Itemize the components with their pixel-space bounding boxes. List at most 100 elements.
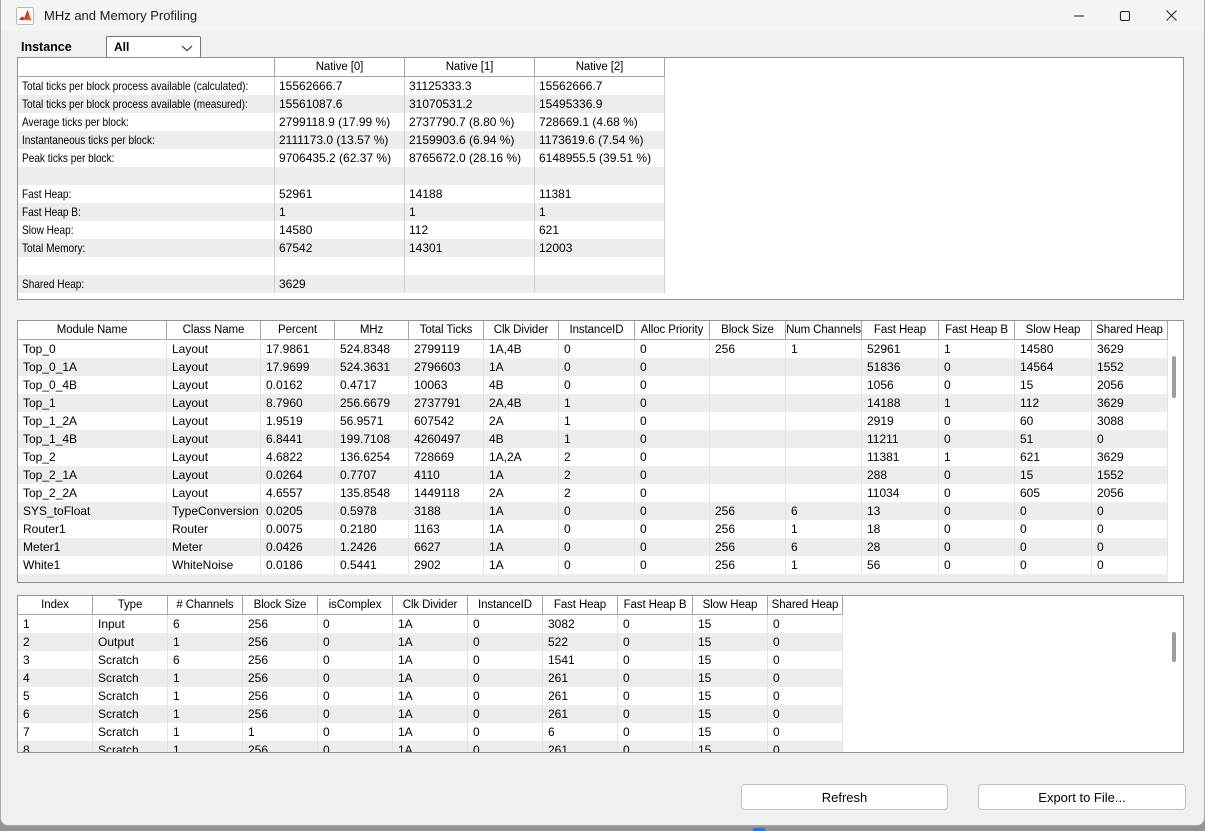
table-cell[interactable]: 256 [243, 687, 318, 705]
table-cell[interactable] [405, 167, 535, 185]
table-cell[interactable]: 0 [618, 669, 693, 687]
table-cell[interactable]: 1 [405, 203, 535, 221]
table-cell[interactable]: 0 [768, 705, 843, 723]
table-cell[interactable]: 2A,4B [484, 394, 559, 412]
table-cell[interactable]: 1 [559, 412, 635, 430]
table-cell[interactable]: Top_0_4B [18, 376, 167, 394]
table-cell[interactable]: 0 [635, 520, 710, 538]
table-cell[interactable]: Top_2_2A [18, 484, 167, 502]
table-cell[interactable]: 12003 [535, 239, 665, 257]
table-cell[interactable]: 1.2426 [335, 538, 409, 556]
table-cell[interactable]: Layout [167, 376, 261, 394]
table-cell[interactable]: 1 [786, 520, 862, 538]
table-cell[interactable]: 15 [693, 705, 768, 723]
table-cell[interactable]: Scratch [93, 651, 168, 669]
table-cell[interactable]: 0 [635, 340, 710, 358]
table-cell[interactable]: 621 [535, 221, 665, 239]
table-cell[interactable]: 3 [18, 651, 93, 669]
table-cell[interactable]: 0 [635, 358, 710, 376]
table-row[interactable]: 8Scratch125601A02610150 [18, 741, 843, 753]
table-cell[interactable]: 1 [168, 723, 243, 741]
table-cell[interactable]: Layout [167, 412, 261, 430]
table-cell[interactable]: Layout [167, 358, 261, 376]
table-cell[interactable]: Meter [167, 538, 261, 556]
table-row[interactable]: Average ticks per block:2799118.9 (17.99… [18, 113, 665, 131]
table-cell[interactable] [18, 257, 275, 275]
table-cell[interactable]: 256 [243, 633, 318, 651]
table-cell[interactable]: 1 [535, 203, 665, 221]
table-cell[interactable]: 4260497 [409, 430, 484, 448]
table-cell[interactable]: 1A [393, 615, 468, 633]
table-cell[interactable]: 56.9571 [335, 412, 409, 430]
table-cell[interactable]: Input [93, 615, 168, 633]
table-cell[interactable]: Total ticks per block process available … [18, 77, 275, 95]
table-cell[interactable]: 0.0426 [261, 538, 335, 556]
table-cell[interactable]: 1 [275, 203, 405, 221]
table-cell[interactable]: 261 [543, 705, 618, 723]
table-cell[interactable]: Layout [167, 394, 261, 412]
table-cell[interactable] [275, 167, 405, 185]
table-cell[interactable] [710, 412, 786, 430]
table-cell[interactable]: 7 [18, 723, 93, 741]
minimize-button[interactable] [1056, 0, 1102, 31]
table-row[interactable]: Top_0_1ALayout17.9699524.363127966031A00… [18, 358, 1168, 376]
table-cell[interactable]: 51 [1015, 430, 1092, 448]
table-cell[interactable]: 0 [635, 556, 710, 574]
table-cell[interactable]: 0 [635, 376, 710, 394]
table-cell[interactable]: 1A [484, 538, 559, 556]
table-cell[interactable]: Scratch [93, 741, 168, 753]
table-cell[interactable]: 15 [693, 723, 768, 741]
table-row[interactable]: Total ticks per block process available … [18, 95, 665, 113]
table-cell[interactable]: 0 [559, 340, 635, 358]
table-cell[interactable]: 0 [468, 633, 543, 651]
table-cell[interactable]: 0 [939, 484, 1015, 502]
table-cell[interactable]: 0 [559, 376, 635, 394]
table-cell[interactable] [535, 167, 665, 185]
table-cell[interactable]: 199.7108 [335, 430, 409, 448]
table-cell[interactable]: 1056 [862, 376, 939, 394]
table-cell[interactable]: 3629 [1092, 394, 1168, 412]
table-cell[interactable]: 524.3631 [335, 358, 409, 376]
table-cell[interactable]: 2A [484, 484, 559, 502]
table-cell[interactable]: 256 [710, 502, 786, 520]
table-cell[interactable]: 0 [1092, 556, 1168, 574]
table-cell[interactable]: Total ticks per block process available … [18, 95, 275, 113]
table-cell[interactable]: 51836 [862, 358, 939, 376]
table-cell[interactable]: 0 [318, 705, 393, 723]
table-cell[interactable]: 31125333.3 [405, 77, 535, 95]
table-cell[interactable]: 15561087.6 [275, 95, 405, 113]
table-cell[interactable]: 1 [786, 340, 862, 358]
table-cell[interactable] [710, 448, 786, 466]
table-cell[interactable]: 261 [543, 741, 618, 753]
table-cell[interactable] [710, 376, 786, 394]
table-cell[interactable]: 621 [1015, 448, 1092, 466]
table-cell[interactable]: Fast Heap: [18, 185, 275, 203]
vertical-scrollbar-thumb[interactable] [1172, 356, 1176, 398]
table-cell[interactable]: 6.8441 [261, 430, 335, 448]
table-cell[interactable]: 0 [1015, 520, 1092, 538]
table-cell[interactable]: 2919 [862, 412, 939, 430]
refresh-button[interactable]: Refresh [741, 784, 948, 810]
table-cell[interactable]: 1 [939, 448, 1015, 466]
table-cell[interactable]: 0 [1015, 538, 1092, 556]
table-cell[interactable]: 0.2180 [335, 520, 409, 538]
table-row[interactable]: Top_2_2ALayout4.6557135.854814491182A201… [18, 484, 1168, 502]
table-cell[interactable]: 0 [468, 687, 543, 705]
table-cell[interactable]: 14301 [405, 239, 535, 257]
table-cell[interactable]: 6 [786, 502, 862, 520]
table-cell[interactable]: Scratch [93, 669, 168, 687]
table-cell[interactable]: 4.6822 [261, 448, 335, 466]
table-cell[interactable]: 13 [862, 502, 939, 520]
table-cell[interactable]: 52961 [862, 340, 939, 358]
table-cell[interactable] [786, 484, 862, 502]
table-cell[interactable]: 6 [786, 538, 862, 556]
table-cell[interactable]: 1A [393, 723, 468, 741]
table-cell[interactable]: 18 [862, 520, 939, 538]
table-cell[interactable]: 0 [939, 412, 1015, 430]
table-cell[interactable]: 11211 [862, 430, 939, 448]
table-cell[interactable]: 1 [168, 669, 243, 687]
table-cell[interactable]: 2 [559, 466, 635, 484]
table-cell[interactable]: 607542 [409, 412, 484, 430]
table-cell[interactable]: 6 [543, 723, 618, 741]
table-cell[interactable]: 2 [559, 448, 635, 466]
